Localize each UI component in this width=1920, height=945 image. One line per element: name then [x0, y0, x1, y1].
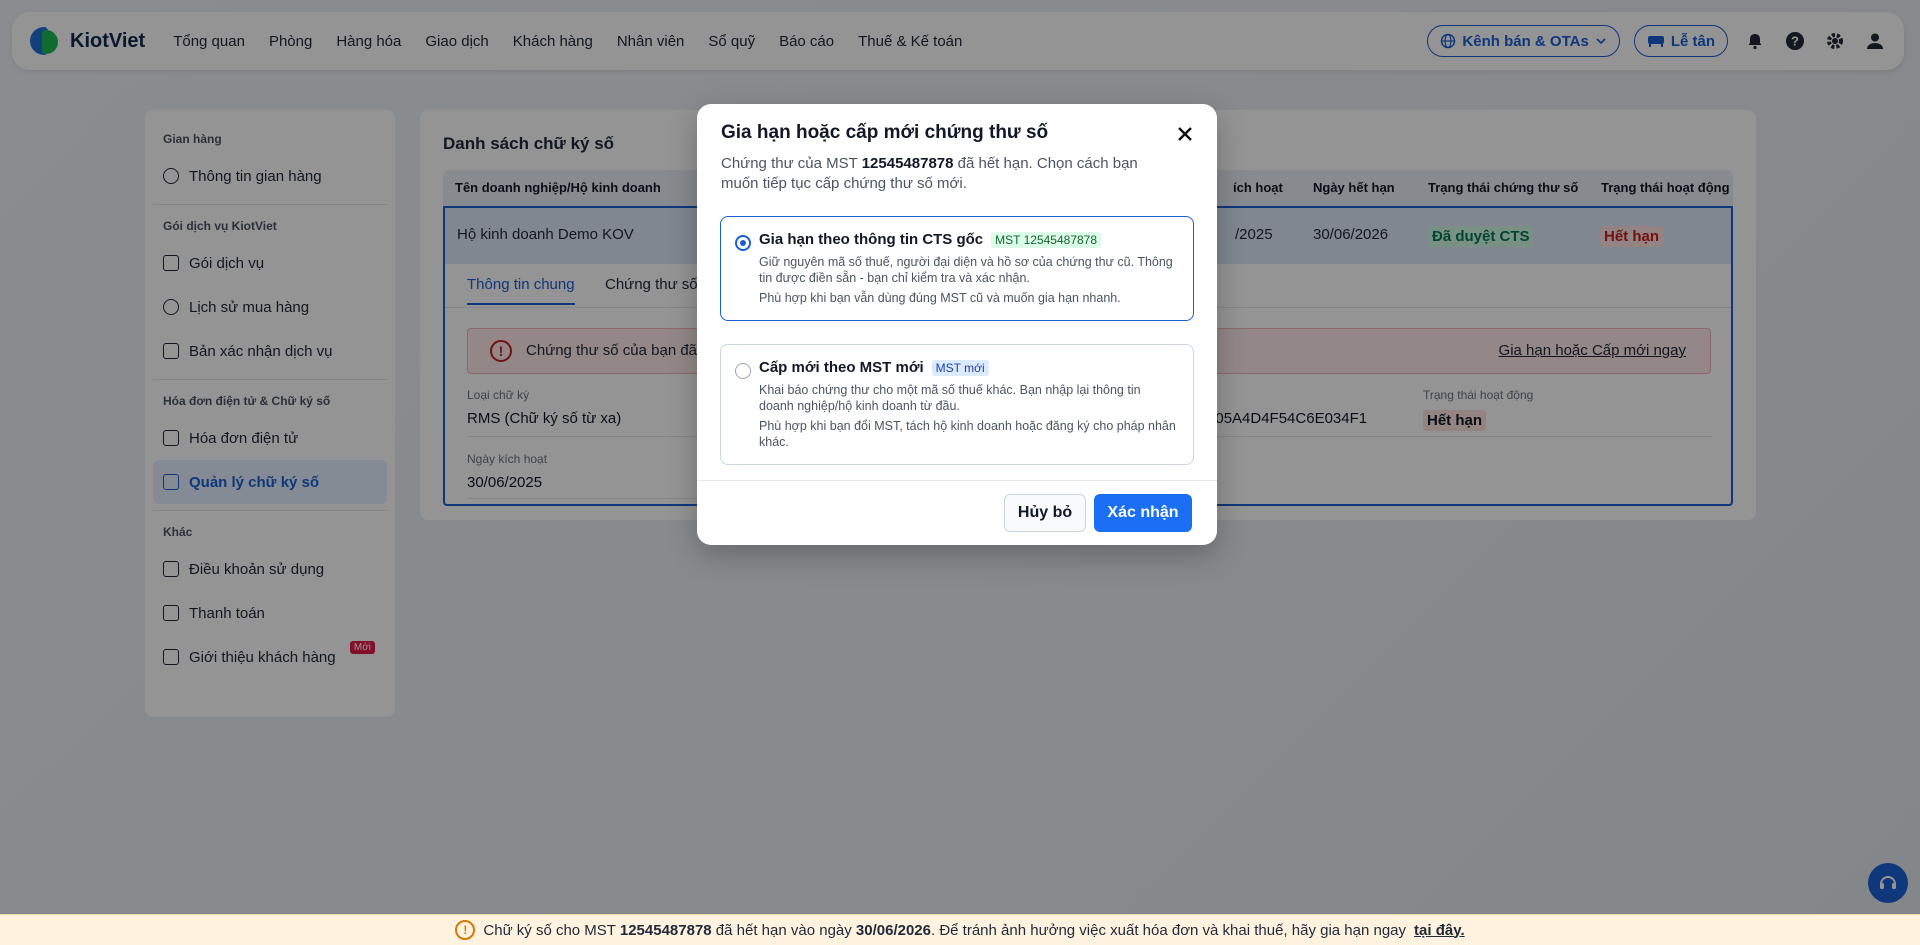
renew-certificate-modal: Gia hạn hoặc cấp mới chứng thư số Chứng … — [697, 104, 1217, 545]
option-renew-desc: Giữ nguyên mã số thuế, người đại diện và… — [759, 255, 1173, 285]
mst-tag: MST 12545487878 — [991, 231, 1102, 248]
renew-here-link[interactable]: tại đây. — [1414, 922, 1465, 939]
option-renew-title: Gia hạn theo thông tin CTS gốc — [759, 231, 984, 248]
option-new-note: Phù hợp khi bạn đổi MST, tách hộ kinh do… — [759, 419, 1176, 449]
cancel-button[interactable]: Hủy bỏ — [1004, 494, 1086, 532]
option-renew-note: Phù hợp khi bạn vẫn dùng đúng MST cũ và … — [759, 291, 1121, 305]
option-new-title: Cấp mới theo MST mới — [759, 359, 924, 376]
option-new-mst[interactable]: Cấp mới theo MST mới MST mới Khai báo chứ… — [720, 344, 1194, 465]
new-mst-tag: MST mới — [931, 359, 989, 376]
modal-divider — [697, 480, 1217, 481]
warning-text: Chữ ký số cho MST 12545487878 đã hết hạn… — [483, 921, 1407, 939]
option-renew-original[interactable]: Gia hạn theo thông tin CTS gốc MST 125454… — [720, 216, 1194, 321]
radio-renew-original[interactable] — [735, 235, 751, 251]
modal-subtitle: Chứng thư của MST 12545487878 đã hết hạn… — [721, 155, 1138, 192]
modal-title: Gia hạn hoặc cấp mới chứng thư số — [721, 122, 1049, 143]
close-button[interactable] — [1173, 124, 1197, 148]
warning-icon: ! — [455, 920, 476, 940]
option-new-desc: Khai báo chứng thư cho một mã số thuế kh… — [759, 383, 1141, 413]
close-icon — [1178, 127, 1192, 141]
confirm-button[interactable]: Xác nhận — [1094, 494, 1192, 532]
expiry-warning-bar: ! Chữ ký số cho MST 12545487878 đã hết h… — [0, 914, 1920, 945]
radio-new-mst[interactable] — [735, 363, 751, 379]
